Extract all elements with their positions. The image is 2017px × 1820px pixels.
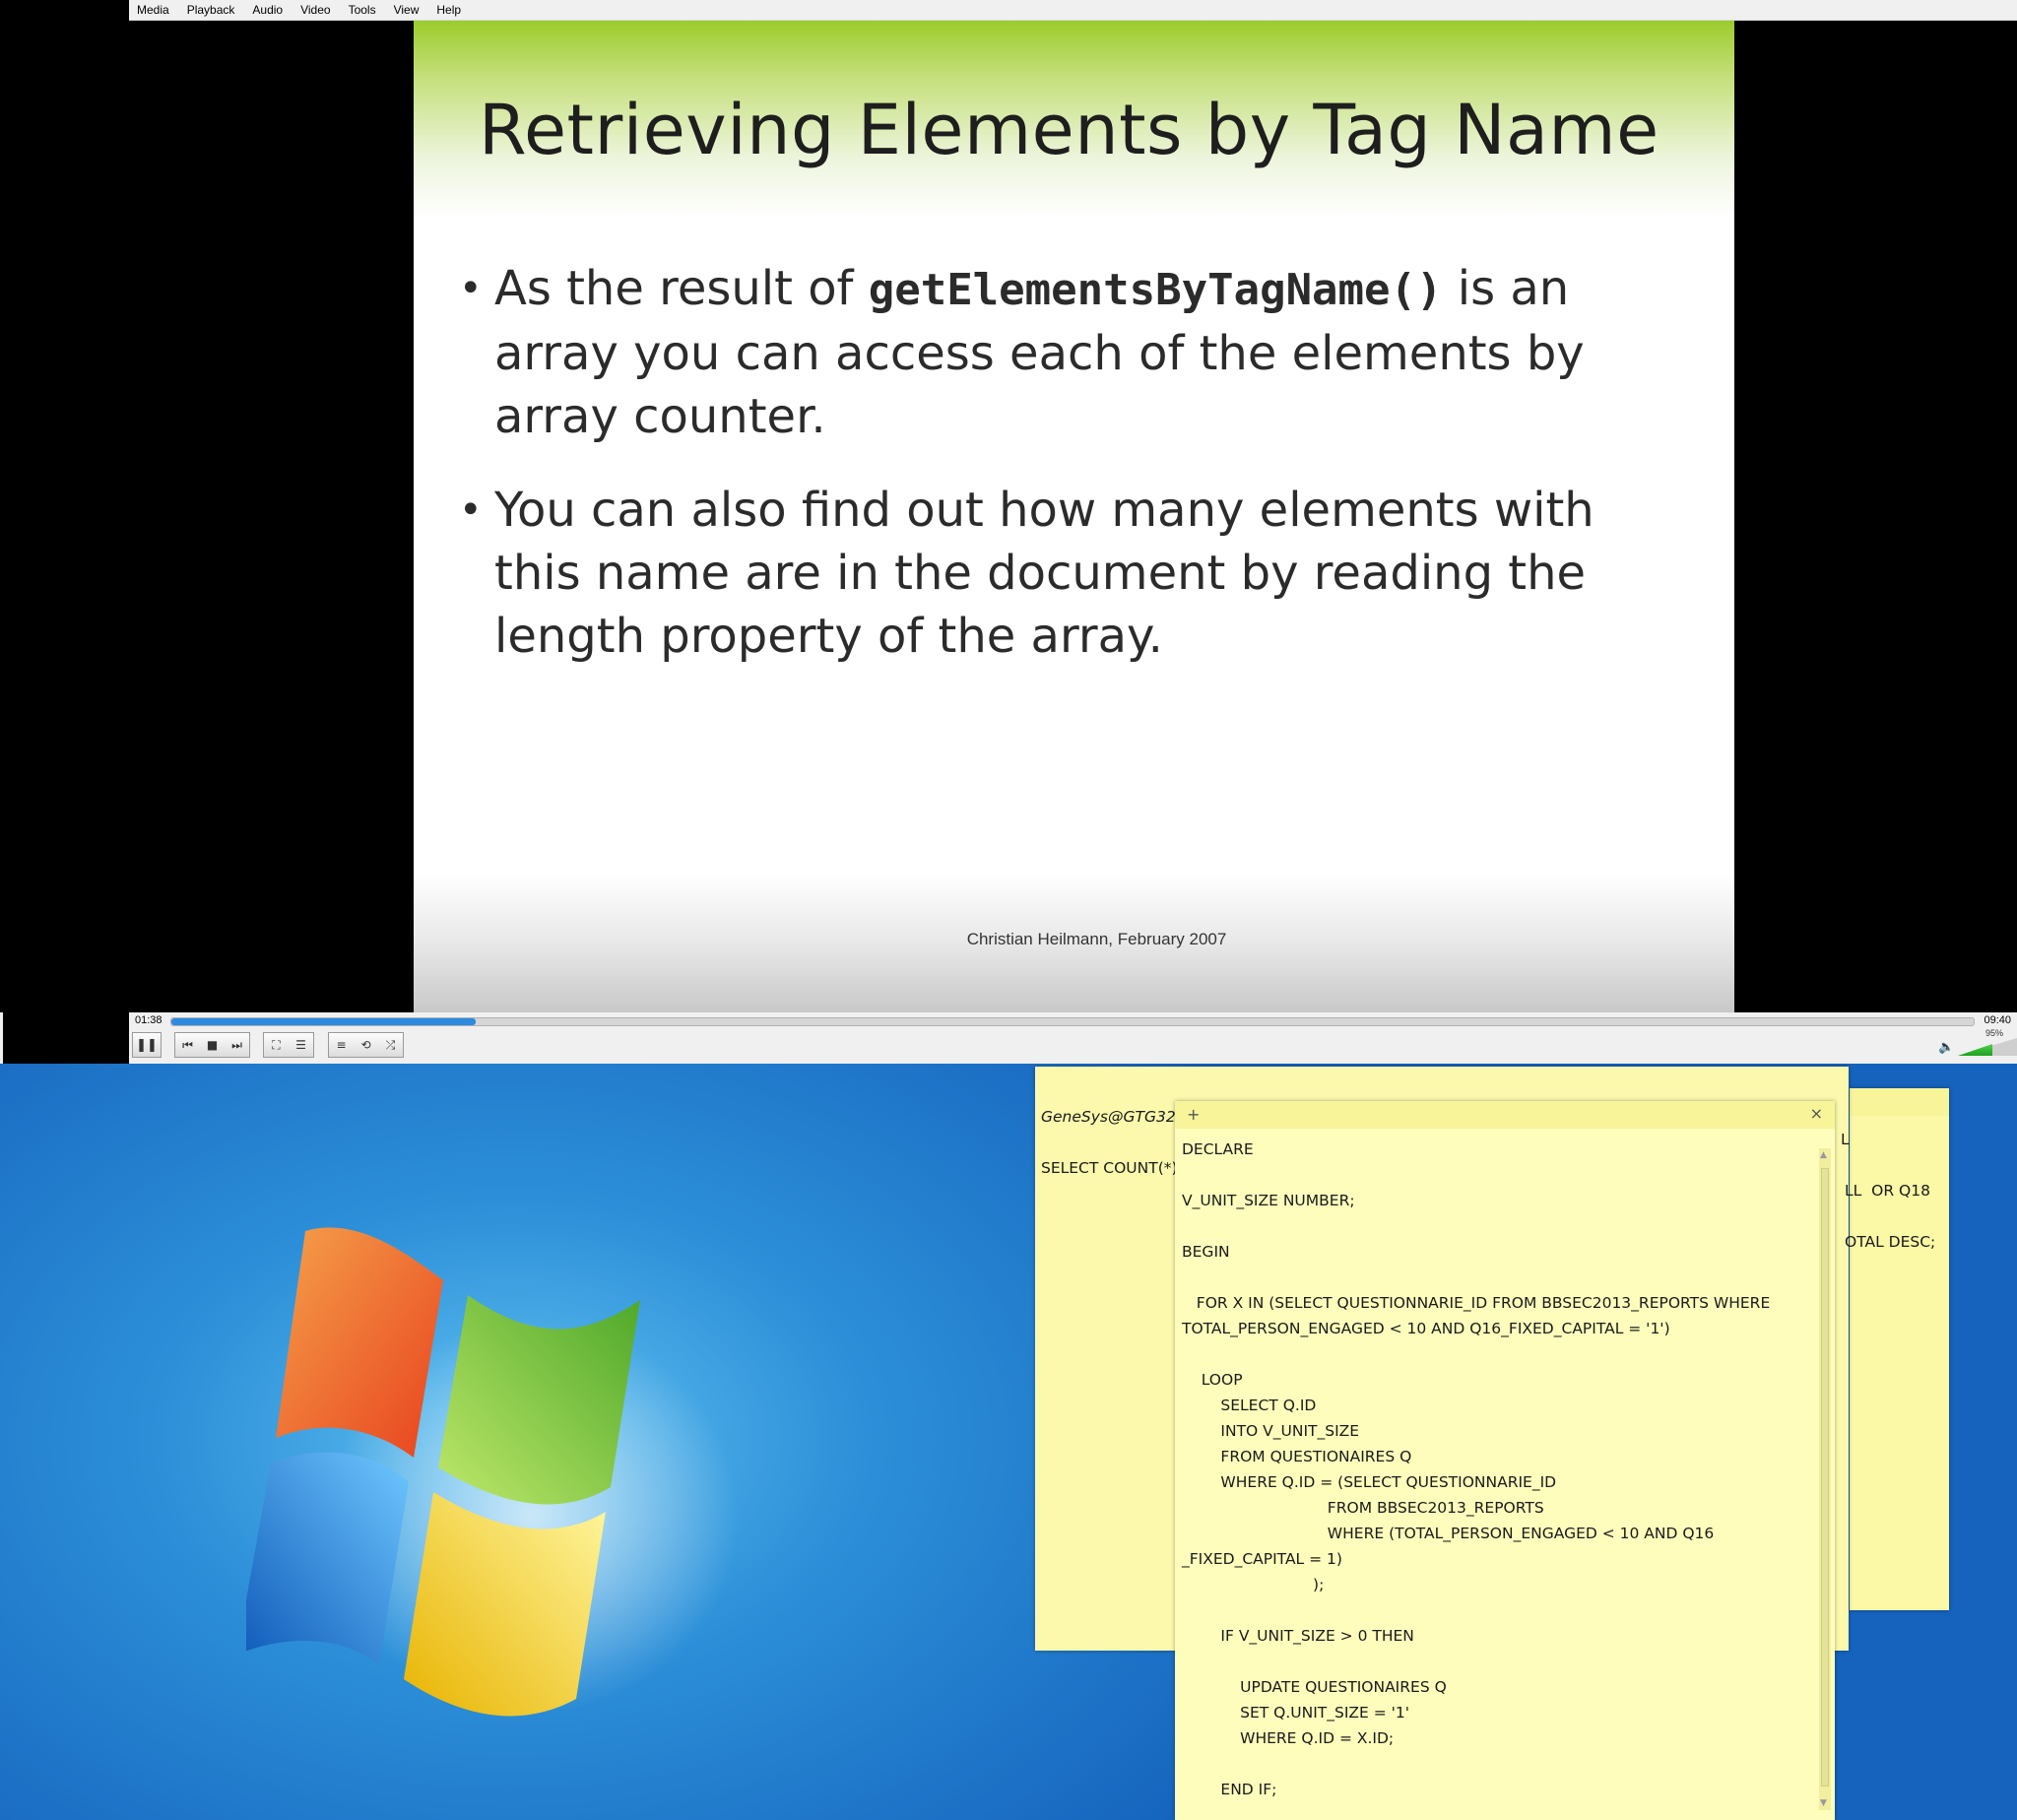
note-back-right-line-1: L xyxy=(1841,1131,1850,1148)
menu-bar: Media Playback Audio Video Tools View He… xyxy=(129,0,2017,21)
extended-settings-icon: ☰ xyxy=(295,1038,306,1052)
note-back-right-line-3: OTAL DESC; xyxy=(1845,1233,1936,1251)
bullet-1-text-pre: As the result of xyxy=(494,261,869,316)
sticky-note-front[interactable]: + × DECLARE V_UNIT_SIZE NUMBER; BEGIN FO… xyxy=(1175,1101,1835,1820)
sticky-note-right[interactable] xyxy=(1850,1088,1949,1610)
menu-view[interactable]: View xyxy=(386,3,429,17)
slide-title: Retrieving Elements by Tag Name xyxy=(479,90,1659,170)
loop-button[interactable]: ⟲ xyxy=(354,1033,378,1057)
scroll-up-icon[interactable]: ▲ xyxy=(1820,1150,1827,1160)
extended-settings-button[interactable]: ☰ xyxy=(289,1033,313,1057)
note-back-line-2: SELECT COUNT(*) xyxy=(1041,1159,1178,1177)
time-elapsed: 01:38 xyxy=(135,1014,163,1026)
pause-icon: ❚❚ xyxy=(136,1037,158,1053)
volume-level: 95% xyxy=(1985,1028,2004,1038)
video-area[interactable]: Retrieving Elements by Tag Name • As the… xyxy=(414,21,1734,1012)
note-back-line-1: GeneSys@GTG321 xyxy=(1041,1108,1186,1126)
menu-video[interactable]: Video xyxy=(293,3,340,17)
pause-button[interactable]: ❚❚ xyxy=(132,1032,162,1058)
next-icon: ⏭ xyxy=(231,1037,242,1052)
playlist-icon: ≡ xyxy=(336,1038,347,1052)
seek-slider[interactable] xyxy=(170,1017,1975,1026)
player-controls: 01:38 09:40 ❚❚ ⏮ ■ ⏭ ⛶ ☰ ≡ ⟲ ⤮ 95% 🔈 xyxy=(129,1012,2017,1064)
time-total: 09:40 xyxy=(1984,1014,2011,1026)
slide-credit: Christian Heilmann, February 2007 xyxy=(966,930,1227,948)
scroll-thumb[interactable] xyxy=(1821,1168,1829,1787)
stop-button[interactable]: ■ xyxy=(200,1033,225,1057)
note-title-bar[interactable]: + × xyxy=(1175,1101,1835,1129)
transport-group: ⏮ ■ ⏭ xyxy=(174,1032,250,1058)
slide-bullet-1: • As the result of getElementsByTagName(… xyxy=(459,257,1657,448)
add-note-button[interactable]: + xyxy=(1187,1105,1200,1124)
slide-bullet-2: • You can also find out how many element… xyxy=(459,479,1657,668)
speaker-icon[interactable]: 🔈 xyxy=(1938,1040,1954,1055)
menu-playback[interactable]: Playback xyxy=(179,3,245,17)
scroll-down-icon[interactable]: ▼ xyxy=(1820,1798,1827,1808)
previous-button[interactable]: ⏮ xyxy=(175,1033,200,1057)
menu-help[interactable]: Help xyxy=(428,3,471,17)
vlc-window: Media Playback Audio Video Tools View He… xyxy=(0,0,2017,1064)
loop-icon: ⟲ xyxy=(360,1038,371,1052)
stop-icon: ■ xyxy=(206,1038,219,1052)
bullet-1-code: getElementsByTagName() xyxy=(868,265,1443,315)
note-code-text[interactable]: DECLARE V_UNIT_SIZE NUMBER; BEGIN FOR X … xyxy=(1182,1137,1770,1802)
previous-icon: ⏮ xyxy=(182,1037,193,1052)
fullscreen-button[interactable]: ⛶ xyxy=(264,1033,289,1057)
menu-audio[interactable]: Audio xyxy=(244,3,293,17)
desktop[interactable]: GeneSys@GTG321 SELECT COUNT(*) L LL OR Q… xyxy=(0,1064,2017,1820)
fullscreen-icon: ⛶ xyxy=(272,1037,281,1052)
seek-progress xyxy=(171,1018,477,1025)
playlist-button[interactable]: ≡ xyxy=(329,1033,354,1057)
bullet-dot: • xyxy=(459,488,483,533)
menu-media[interactable]: Media xyxy=(129,3,179,17)
next-button[interactable]: ⏭ xyxy=(225,1033,249,1057)
window-edge xyxy=(0,1012,3,1064)
note-scrollbar[interactable]: ▲ ▼ xyxy=(1819,1148,1831,1810)
note-title-bar[interactable] xyxy=(1035,1067,1849,1094)
view-group: ⛶ ☰ xyxy=(263,1032,314,1058)
shuffle-button[interactable]: ⤮ xyxy=(378,1033,403,1057)
note-back-right-line-2: LL OR Q18 xyxy=(1845,1182,1930,1200)
windows-logo-icon xyxy=(246,1227,739,1717)
menu-tools[interactable]: Tools xyxy=(341,3,386,17)
volume-control[interactable]: 95% 🔈 xyxy=(1938,1028,2017,1060)
playlist-group: ≡ ⟲ ⤮ xyxy=(328,1032,404,1058)
close-note-button[interactable]: × xyxy=(1810,1104,1823,1123)
bullet-2-text: You can also find out how many elements … xyxy=(494,483,1594,664)
shuffle-icon: ⤮ xyxy=(385,1037,396,1052)
bullet-dot: • xyxy=(459,266,483,311)
note-title-bar[interactable] xyxy=(1850,1088,1949,1116)
